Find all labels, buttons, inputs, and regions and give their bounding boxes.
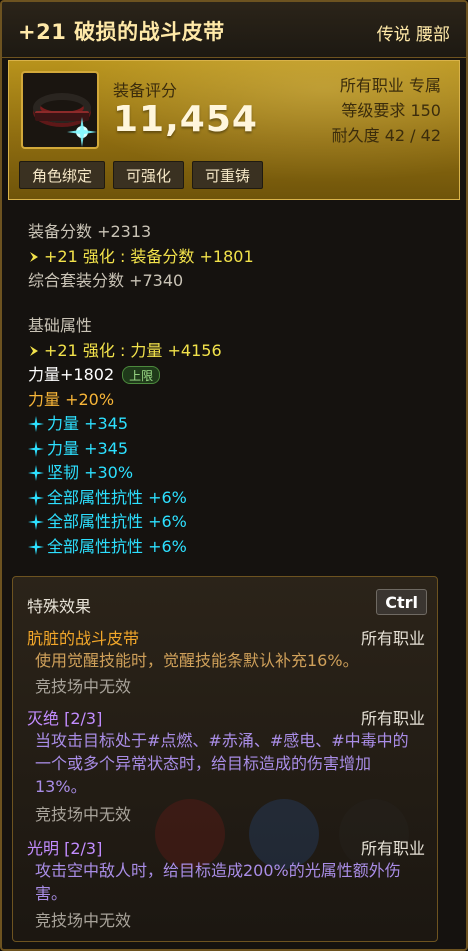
equip-score-base: 装备分数 +2313: [28, 222, 152, 242]
belt-icon: [21, 71, 99, 149]
attr-strength: 力量+1802 上限: [28, 363, 222, 388]
chevron-right-icon: [30, 345, 38, 356]
attr-bonus-line: 力量 +345: [28, 437, 222, 462]
equipment-score-section: 装备分数 +2313 +21 强化 : 装备分数 +1801 综合套装分数 +7…: [28, 220, 254, 294]
special-effects-panel: 特殊效果 Ctrl 肮脏的战斗皮带 所有职业 使用觉醒技能时，觉醒技能条默认补充…: [12, 576, 438, 942]
effect-note: 竞技场中无效: [35, 911, 132, 930]
sparkle-icon: [28, 514, 44, 531]
effect-description: 使用觉醒技能时，觉醒技能条默认补充16%。: [35, 651, 359, 670]
item-tooltip: +21 破损的战斗皮带 传说 腰部 装备评分 11,454 所有职业 专属 等级…: [0, 0, 468, 951]
base-attributes-title: 基础属性: [28, 316, 93, 336]
effect-job: 所有职业: [360, 709, 425, 728]
effect-job: 所有职业: [360, 629, 425, 648]
level-requirement: 等级要求 150: [341, 101, 441, 120]
sparkle-icon: [28, 465, 44, 482]
effect-note: 竞技场中无效: [35, 677, 132, 696]
special-effects-title: 特殊效果: [27, 597, 92, 616]
effect-name: 灭绝 [2/3]: [27, 709, 103, 728]
tooltip-titlebar: +21 破损的战斗皮带 传说 腰部: [2, 2, 466, 58]
attr-bonus-line: 全部属性抗性 +6%: [28, 486, 222, 511]
effect-job: 所有职业: [360, 839, 425, 858]
attr-enhance-line: +21 强化 : 力量 +4156: [28, 339, 222, 364]
effect-name: 肮脏的战斗皮带: [27, 629, 140, 648]
attr-bonus-line: 力量 +345: [28, 412, 222, 437]
item-rarity-slot: 传说 腰部: [376, 25, 450, 45]
tag-reforgeable: 可重铸: [192, 161, 264, 189]
equipment-score-value: 11,454: [113, 99, 258, 140]
tag-character-bound: 角色绑定: [19, 161, 106, 189]
sparkle-icon: [28, 416, 44, 433]
effect-note: 竞技场中无效: [35, 805, 132, 824]
attr-bonus-line: 全部属性抗性 +6%: [28, 510, 222, 535]
item-tags: 角色绑定 可强化 可重铸: [19, 161, 264, 191]
equip-score-set: 综合套装分数 +7340: [28, 271, 184, 291]
ctrl-key-hint[interactable]: Ctrl: [376, 589, 427, 615]
cap-badge: 上限: [122, 366, 161, 385]
equipment-score-label: 装备评分: [113, 81, 178, 100]
sparkle-icon: [28, 489, 44, 506]
effect-description: 当攻击目标处于#点燃、#赤涌、#感电、#中毒中的一个或多个异常状态时，给目标造成…: [35, 731, 409, 796]
chevron-right-icon: [30, 251, 38, 262]
attr-bonus-line: 全部属性抗性 +6%: [28, 535, 222, 560]
sparkle-icon: [28, 538, 44, 555]
item-title: +21 破损的战斗皮带: [18, 20, 225, 44]
effect-name: 光明 [2/3]: [27, 839, 103, 858]
tag-enhanceable: 可强化: [113, 161, 185, 189]
sparkle-icon: [67, 117, 97, 147]
durability: 耐久度 42 / 42: [331, 126, 441, 145]
equip-score-enhance: +21 强化 : 装备分数 +1801: [28, 245, 254, 270]
item-meta: 所有职业 专属 等级要求 150 耐久度 42 / 42: [332, 73, 441, 148]
sparkle-icon: [28, 440, 44, 457]
base-attributes-section: 基础属性 +21 强化 : 力量 +4156 力量+1802 上限 力量 +20…: [28, 314, 222, 559]
effect-description: 攻击空中敌人时，给目标造成200%的光属性额外伤害。: [35, 861, 401, 903]
job-restriction: 所有职业 专属: [339, 76, 441, 95]
attr-strength-percent: 力量 +20%: [28, 389, 115, 409]
item-summary-panel: 装备评分 11,454 所有职业 专属 等级要求 150 耐久度 42 / 42…: [8, 60, 460, 200]
attr-bonus-line: 坚韧 +30%: [28, 461, 222, 486]
